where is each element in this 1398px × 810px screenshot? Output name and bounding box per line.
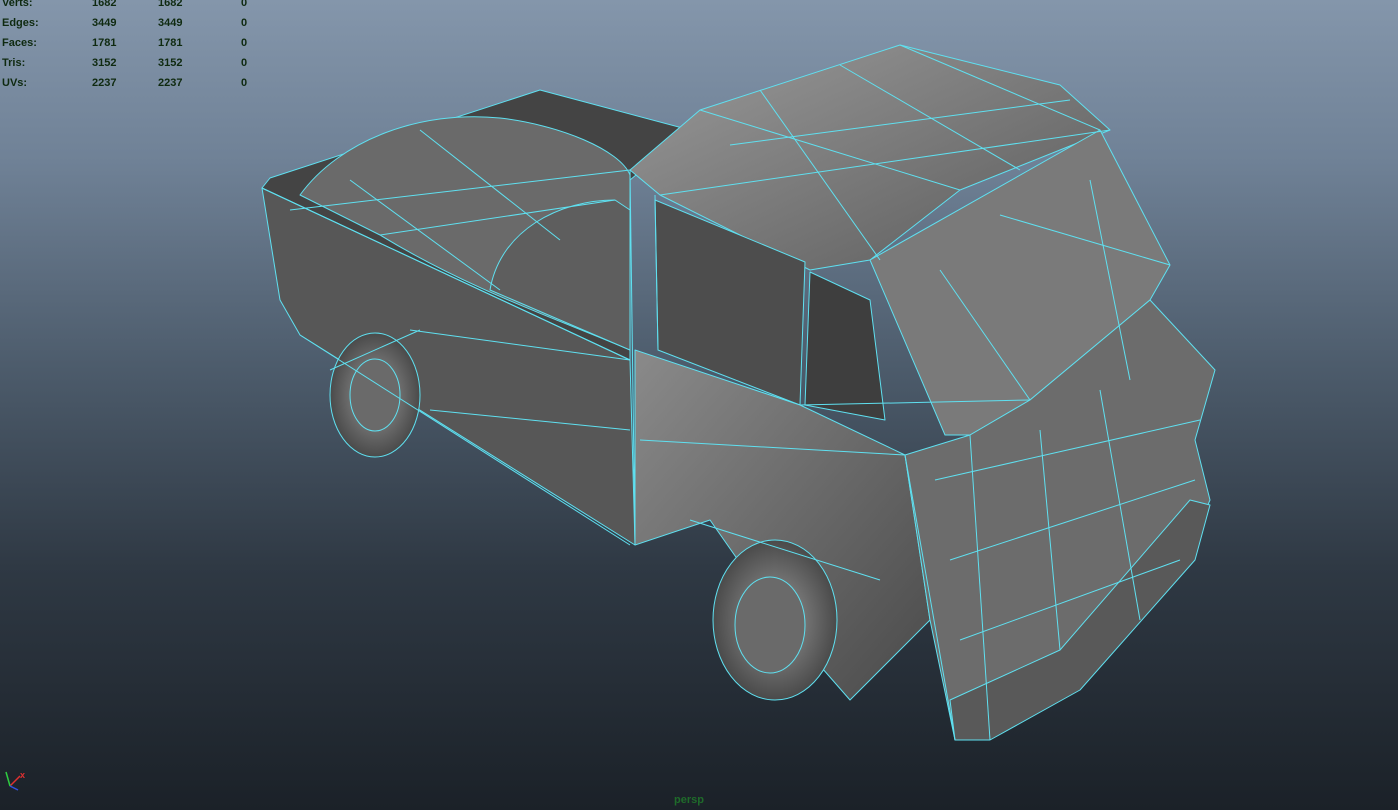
hud-value-total: 2237 (158, 77, 183, 89)
view-axis-icon: x (5, 770, 25, 791)
hud-label: Tris: (2, 57, 26, 69)
hud-row-faces: Faces: 1781 1781 0 (2, 33, 252, 53)
hud-label: UVs: (2, 77, 28, 89)
hud-value-extra: 0 (241, 37, 248, 49)
hud-value-total: 1781 (158, 37, 183, 49)
axis-x-label: x (20, 770, 25, 780)
hud-row-uvs: UVs: 2237 2237 0 (2, 73, 252, 93)
hud-value-total: 3449 (158, 17, 183, 29)
hud-value-selected: 3152 (92, 57, 117, 69)
hud-value-selected: 1781 (92, 37, 117, 49)
camera-name-label: persp (674, 794, 704, 806)
hud-value-total: 3152 (158, 57, 183, 69)
hud-value-total: 1682 (158, 0, 183, 9)
hud-row-tris: Tris: 3152 3152 0 (2, 53, 252, 73)
hud-value-extra: 0 (241, 77, 248, 89)
hud-value-selected: 2237 (92, 77, 117, 89)
hud-label: Verts: (2, 0, 33, 9)
hud-value-selected: 1682 (92, 0, 117, 9)
truck-mesh[interactable] (0, 0, 1398, 810)
viewport-panel[interactable]: Verts: 1682 1682 0 Edges: 3449 3449 0 Fa… (0, 0, 1398, 810)
hud-row-edges: Edges: 3449 3449 0 (2, 13, 252, 33)
poly-count-hud: Verts: 1682 1682 0 Edges: 3449 3449 0 Fa… (2, 0, 252, 93)
hud-label: Faces: (2, 37, 37, 49)
hud-row-verts: Verts: 1682 1682 0 (2, 0, 252, 13)
hud-value-extra: 0 (241, 17, 248, 29)
side-window-rear (804, 271, 886, 421)
hud-label: Edges: (2, 17, 39, 29)
hud-value-selected: 3449 (92, 17, 117, 29)
hud-value-extra: 0 (241, 0, 248, 9)
hud-value-extra: 0 (241, 57, 248, 69)
